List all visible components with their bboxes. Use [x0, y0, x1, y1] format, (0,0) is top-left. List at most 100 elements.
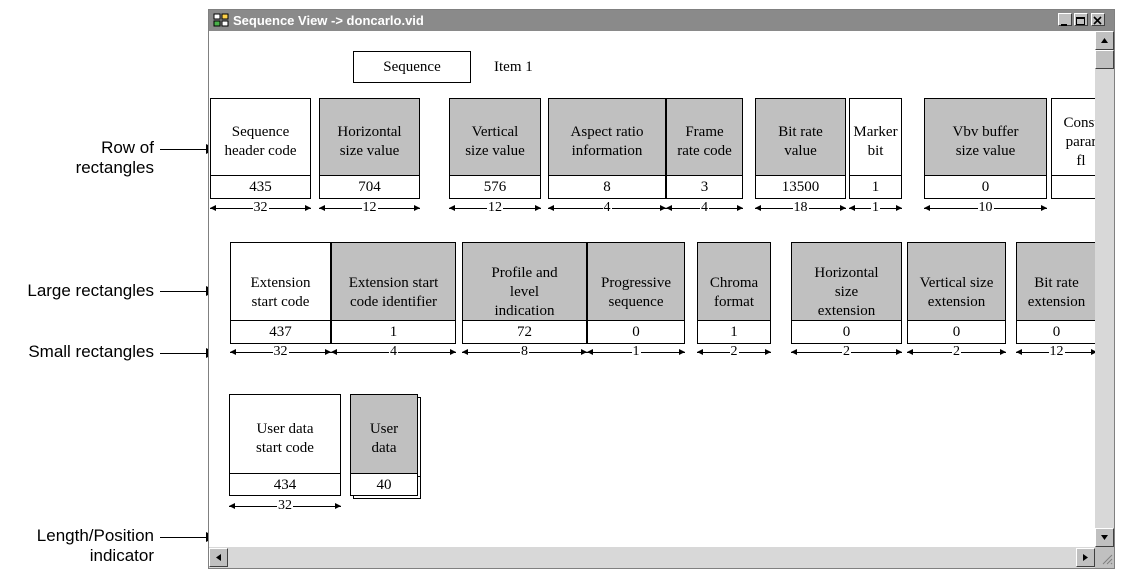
minimize-button[interactable] — [1058, 13, 1072, 26]
length-indicator: 8 — [462, 344, 587, 360]
length-value: 2 — [952, 344, 961, 359]
field-value-user-data-start-code[interactable]: 434 — [229, 473, 341, 496]
app-icon — [213, 13, 229, 27]
field-value: 0 — [1052, 324, 1061, 340]
field-user-data[interactable]: User data — [350, 394, 418, 483]
size-grip[interactable] — [1095, 547, 1114, 568]
length-value: 4 — [700, 200, 709, 215]
vertical-scroll-thumb[interactable] — [1095, 50, 1114, 69]
field-const-parar-fl[interactable]: Const parar fl — [1051, 98, 1095, 186]
callout-length-position-indicator: Length/Position indicator — [36, 526, 154, 565]
length-indicator: 32 — [210, 200, 311, 216]
sequence-label-box: Sequence — [353, 51, 471, 83]
callout-arrow — [160, 286, 216, 296]
close-button[interactable] — [1091, 13, 1105, 26]
field-value-vertical-size-extension[interactable]: 0 — [907, 320, 1006, 344]
length-value: 32 — [252, 200, 269, 215]
field-value: 434 — [273, 476, 297, 493]
field-bit-rate-value[interactable]: Bit rate value — [755, 98, 846, 186]
sequence-label: Sequence — [383, 58, 441, 75]
length-indicator: 4 — [666, 200, 743, 216]
callout-large-rectangles: Large rectangles — [27, 281, 154, 300]
field-value-vbv-buffer-size-value[interactable]: 0 — [924, 175, 1047, 199]
field-value: 40 — [376, 476, 392, 493]
field-label: Vertical size extension — [919, 274, 994, 310]
sequence-view-window: Sequence View -> doncarlo.vid Sequence I… — [208, 9, 1115, 569]
length-indicator: 2 — [907, 344, 1006, 360]
field-value: 704 — [358, 179, 381, 195]
field-label: Marker bit — [853, 124, 898, 159]
length-indicator: 18 — [755, 200, 846, 216]
length-indicator: 12 — [449, 200, 541, 216]
field-value: 0 — [632, 324, 640, 340]
field-value-bit-rate-value[interactable]: 13500 — [755, 175, 846, 199]
scroll-left-button[interactable] — [209, 548, 228, 567]
scroll-right-button[interactable] — [1076, 548, 1095, 567]
horizontal-scrollbar[interactable] — [209, 547, 1095, 568]
field-value: 1 — [871, 179, 880, 195]
length-value: 1 — [631, 344, 641, 359]
field-value-user-data[interactable]: 40 — [350, 473, 418, 496]
field-aspect-ratio-information[interactable]: Aspect ratio information — [548, 98, 666, 186]
length-value: 18 — [792, 200, 809, 215]
field-label: User data start code — [256, 420, 314, 456]
field-sequence-header-code[interactable]: Sequence header code — [210, 98, 311, 186]
title-bar[interactable]: Sequence View -> doncarlo.vid — [209, 10, 1114, 31]
field-value: 8 — [603, 179, 611, 195]
length-indicator: 32 — [229, 498, 341, 514]
field-marker-bit[interactable]: Marker bit — [849, 98, 902, 186]
field-value-vertical-size-value[interactable]: 576 — [449, 175, 541, 199]
length-value: 32 — [272, 344, 289, 359]
field-label: Vertical size value — [465, 124, 525, 159]
field-value: 1 — [730, 324, 738, 340]
window-title: Sequence View -> doncarlo.vid — [233, 13, 424, 28]
field-value-frame-rate-code[interactable]: 3 — [666, 175, 743, 199]
length-value: 10 — [977, 200, 994, 215]
length-value: 2 — [729, 344, 739, 359]
length-indicator: 1 — [849, 200, 902, 216]
arrow-left-icon — [216, 554, 221, 561]
field-user-data-start-code[interactable]: User data start code — [229, 394, 341, 483]
length-indicator: 10 — [924, 200, 1047, 216]
field-value: 0 — [842, 324, 851, 340]
field-value-profile-and-level-indication[interactable]: 72 — [462, 320, 587, 344]
scroll-up-button[interactable] — [1095, 31, 1114, 50]
length-indicator: 2 — [791, 344, 902, 360]
close-icon — [1093, 16, 1102, 25]
sequence-diagram-area: Sequence Item 1 Sequence header code 435 3… — [209, 31, 1095, 547]
length-value: 12 — [361, 200, 378, 215]
field-label: Bit rate value — [778, 124, 823, 159]
field-value-extension-start-code-identifier[interactable]: 1 — [331, 320, 456, 344]
field-value: 437 — [269, 324, 292, 340]
scroll-down-button[interactable] — [1095, 528, 1114, 547]
length-value: 2 — [842, 344, 851, 359]
resize-grip-icon — [1102, 554, 1113, 565]
field-value-aspect-ratio-information[interactable]: 8 — [548, 175, 666, 199]
field-label: Extension start code identifier — [348, 274, 439, 310]
field-label: User data — [369, 420, 399, 456]
field-horizontal-size-value[interactable]: Horizontal size value — [319, 98, 420, 186]
callout-arrow — [160, 532, 216, 542]
field-value-sequence-header-code[interactable]: 435 — [210, 175, 311, 199]
field-value: 0 — [981, 179, 990, 195]
maximize-button[interactable] — [1074, 13, 1088, 26]
length-indicator: 4 — [548, 200, 666, 216]
vertical-scrollbar[interactable] — [1095, 31, 1114, 547]
field-value-marker-bit[interactable]: 1 — [849, 175, 902, 199]
field-value-extension-start-code[interactable]: 437 — [230, 320, 331, 344]
field-label: Extension start code — [250, 274, 311, 310]
length-indicator: 12 — [1016, 344, 1095, 360]
field-value-chroma-format[interactable]: 1 — [697, 320, 771, 344]
field-vertical-size-value[interactable]: Vertical size value — [449, 98, 541, 186]
field-label: Sequence header code — [224, 124, 297, 159]
field-vbv-buffer-size-value[interactable]: Vbv buffer size value — [924, 98, 1047, 186]
field-value: 3 — [700, 179, 709, 195]
field-value: 435 — [249, 179, 272, 195]
field-value-progressive-sequence[interactable]: 0 — [587, 320, 685, 344]
field-value-horizontal-size-value[interactable]: 704 — [319, 175, 420, 199]
field-value-horizontal-size-extension[interactable]: 0 — [791, 320, 902, 344]
field-value-bit-rate-extension[interactable]: 0 — [1016, 320, 1095, 344]
field-value-const-parar-fl[interactable] — [1051, 175, 1095, 199]
field-value: 13500 — [781, 179, 820, 195]
field-frame-rate-code[interactable]: Frame rate code — [666, 98, 743, 186]
